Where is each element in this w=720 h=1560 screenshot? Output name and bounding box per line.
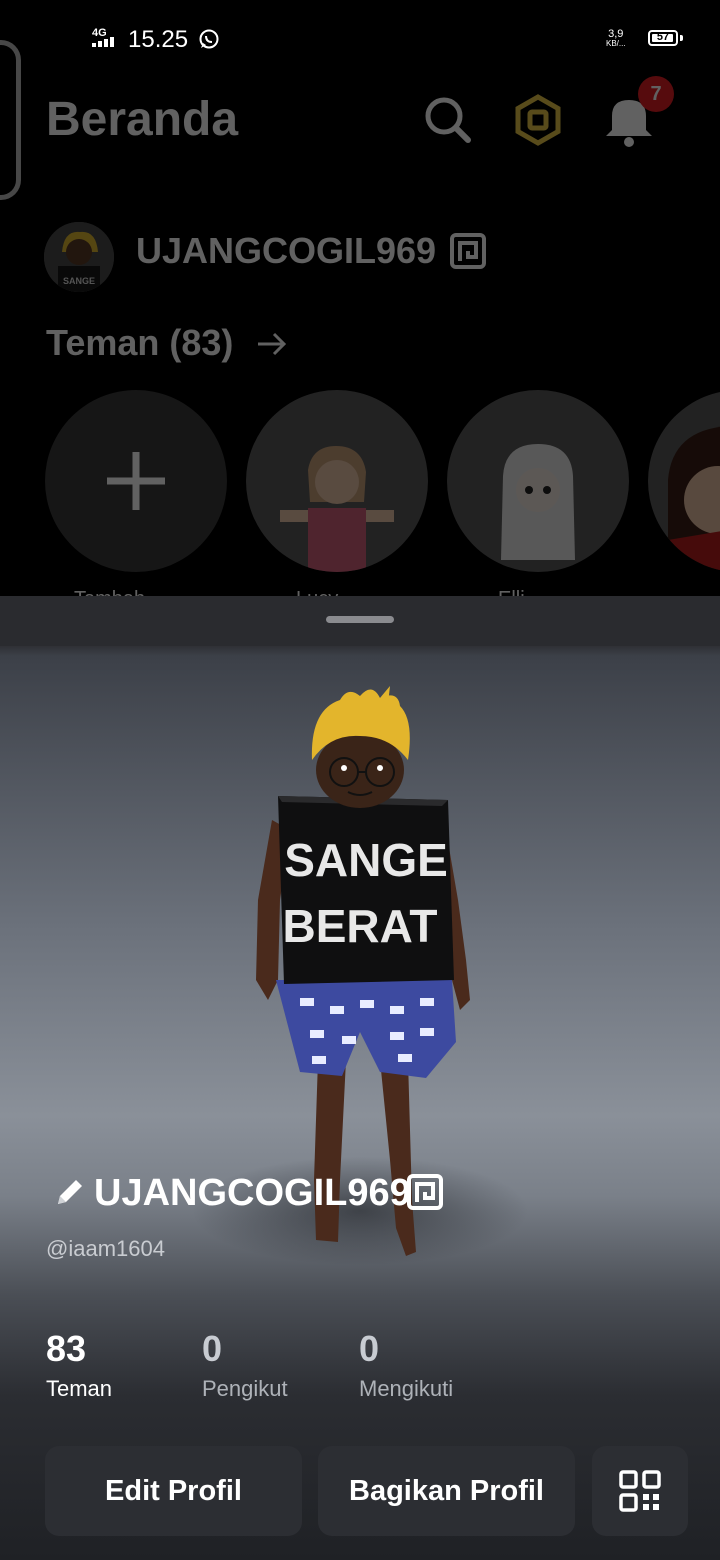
shirt-text-line2: BERAT [282,900,437,952]
stat-value: 0 [359,1328,380,1369]
display-name: UJANGCOGIL969 [94,1172,411,1214]
username-handle: @iaam1604 [46,1236,165,1261]
robux-icon[interactable] [512,94,564,146]
stat-label: Mengikuti [359,1376,454,1401]
stat-value: 83 [46,1328,87,1369]
svg-text:SANGE: SANGE [63,276,95,286]
avatar[interactable]: SANGE [44,222,114,292]
friend-avatar[interactable] [246,390,428,572]
home-screen-backdrop[interactable]: Beranda 7 SANGE UJANGCOGIL969 Teman (83) [0,0,720,610]
notification-count-badge: 7 [638,76,674,112]
shirt-text-line1: SANGE [284,834,448,886]
share-profile-button[interactable]: Bagikan Profil [318,1446,575,1536]
avatar-image: SANGE [44,222,114,292]
stat-friends[interactable]: 83 Teman [46,1328,112,1402]
friend-avatar[interactable] [447,390,629,572]
premium-badge-icon [407,1174,443,1210]
drag-handle[interactable] [326,616,394,623]
qr-code-icon [619,1470,661,1512]
stat-followers[interactable]: 0 Pengikut [202,1328,288,1402]
pencil-icon[interactable] [54,1176,86,1208]
premium-badge-icon [450,233,486,269]
sheet-header [0,596,720,646]
stat-label: Pengikut [202,1376,288,1401]
qr-code-button[interactable] [592,1446,688,1536]
add-friend-button[interactable] [45,390,227,572]
friend-avatar[interactable] [648,390,720,572]
search-icon[interactable] [420,92,474,146]
edit-profile-button[interactable]: Edit Profil [45,1446,302,1536]
stat-label: Teman [46,1376,113,1401]
stat-following[interactable]: 0 Mengikuti [359,1328,453,1402]
home-username[interactable]: UJANGCOGIL969 [136,230,436,272]
page-title: Beranda [46,93,239,146]
friends-link[interactable]: Teman (83) [46,322,233,364]
plus-icon [107,452,165,510]
stat-value: 0 [202,1328,223,1369]
side-panel-edge [0,40,21,200]
arrow-right-icon[interactable] [256,328,288,360]
